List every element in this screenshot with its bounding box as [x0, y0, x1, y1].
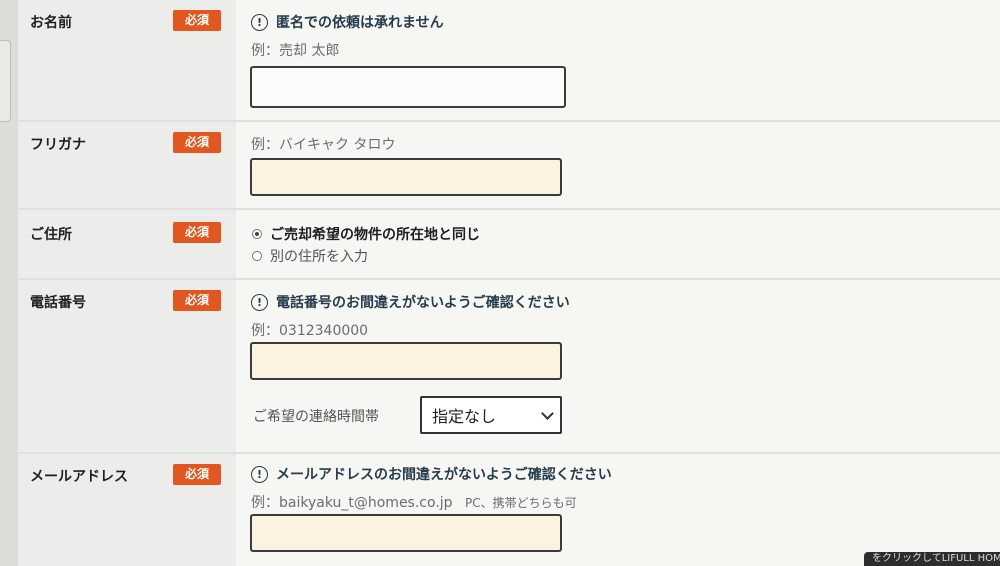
required-badge: 必須 — [173, 132, 221, 153]
radio-label: 別の住所を入力 — [270, 249, 368, 265]
name-label: お名前 — [30, 15, 72, 31]
row-name: お名前 必須 ! 匿名での依頼は承れません 例：売却 太郎 — [18, 0, 1000, 122]
phone-example: 例：0312340000 — [251, 323, 369, 339]
select-value: 指定なし — [432, 407, 497, 426]
required-badge: 必須 — [173, 290, 221, 311]
furigana-label: フリガナ — [30, 137, 86, 153]
row-phone: 電話番号 必須 ! 電話番号のお間違えがないようご確認ください 例：031234… — [18, 280, 1000, 454]
value-cell: ! メールアドレスのお間違えがないようご確認ください 例：baikyaku_t@… — [236, 454, 1000, 566]
exclamation-icon: ! — [251, 13, 268, 31]
contact-time-label: ご希望の連絡時間帯 — [253, 409, 379, 425]
exclamation-icon: ! — [251, 293, 268, 311]
required-badge: 必須 — [173, 10, 221, 31]
address-same-radio[interactable]: ご売却希望の物件の所在地と同じ — [252, 224, 480, 244]
row-email: メールアドレス 必須 ! メールアドレスのお間違えがないようご確認ください 例：… — [18, 454, 1000, 566]
notice-text: 電話番号のお間違えがないようご確認ください — [276, 295, 570, 311]
name-notice: ! 匿名での依頼は承れません — [251, 12, 444, 32]
name-example: 例：売却 太郎 — [251, 43, 340, 59]
value-cell: ! 匿名での依頼は承れません 例：売却 太郎 — [236, 0, 1000, 120]
label-cell: お名前 必須 — [18, 0, 236, 120]
value-cell: 例：バイキャク タロウ — [236, 122, 1000, 208]
value-cell: ! 電話番号のお間違えがないようご確認ください 例：0312340000 ご希望… — [236, 280, 1000, 452]
inquiry-form: お名前 必須 ! 匿名での依頼は承れません 例：売却 太郎 フリガナ 必須 例：… — [18, 0, 1000, 566]
email-input[interactable] — [250, 514, 562, 552]
radio-checked-icon — [252, 229, 262, 239]
notice-text: 匿名での依頼は承れません — [276, 15, 444, 31]
notice-text: メールアドレスのお間違えがないようご確認ください — [276, 467, 612, 483]
label-cell: メールアドレス 必須 — [18, 454, 236, 566]
label-cell: 電話番号 必須 — [18, 280, 236, 452]
value-cell: ご売却希望の物件の所在地と同じ 別の住所を入力 — [236, 210, 1000, 278]
row-address: ご住所 必須 ご売却希望の物件の所在地と同じ 別の住所を入力 — [18, 210, 1000, 280]
radio-unchecked-icon — [252, 251, 262, 261]
exclamation-icon: ! — [251, 465, 268, 483]
label-cell: ご住所 必須 — [18, 210, 236, 278]
phone-label: 電話番号 — [30, 295, 86, 311]
chevron-down-icon — [541, 407, 554, 420]
phone-input[interactable] — [250, 342, 562, 380]
phone-notice: ! 電話番号のお間違えがないようご確認ください — [251, 292, 570, 312]
address-label: ご住所 — [30, 227, 72, 243]
furigana-input[interactable] — [250, 158, 562, 196]
row-furigana: フリガナ 必須 例：バイキャク タロウ — [18, 122, 1000, 210]
left-margin — [0, 0, 18, 566]
name-input[interactable] — [250, 66, 566, 108]
contact-time-select[interactable]: 指定なし — [420, 396, 562, 434]
email-notice: ! メールアドレスのお間違えがないようご確認ください — [251, 464, 612, 484]
email-example-text: 例：baikyaku_t@homes.co.jp — [251, 495, 453, 511]
label-cell: フリガナ 必須 — [18, 122, 236, 208]
email-example-note: PC、携帯どちらも可 — [465, 496, 577, 510]
address-other-radio[interactable]: 別の住所を入力 — [252, 246, 368, 266]
corner-banner[interactable]: をクリックしてLIFULL HOME'Sで — [864, 552, 1000, 566]
radio-label: ご売却希望の物件の所在地と同じ — [270, 227, 480, 243]
side-tab[interactable] — [0, 40, 11, 122]
required-badge: 必須 — [173, 222, 221, 243]
email-label: メールアドレス — [30, 469, 128, 485]
email-example: 例：baikyaku_t@homes.co.jp PC、携帯どちらも可 — [251, 492, 577, 512]
required-badge: 必須 — [173, 464, 221, 485]
furigana-example: 例：バイキャク タロウ — [251, 137, 396, 153]
